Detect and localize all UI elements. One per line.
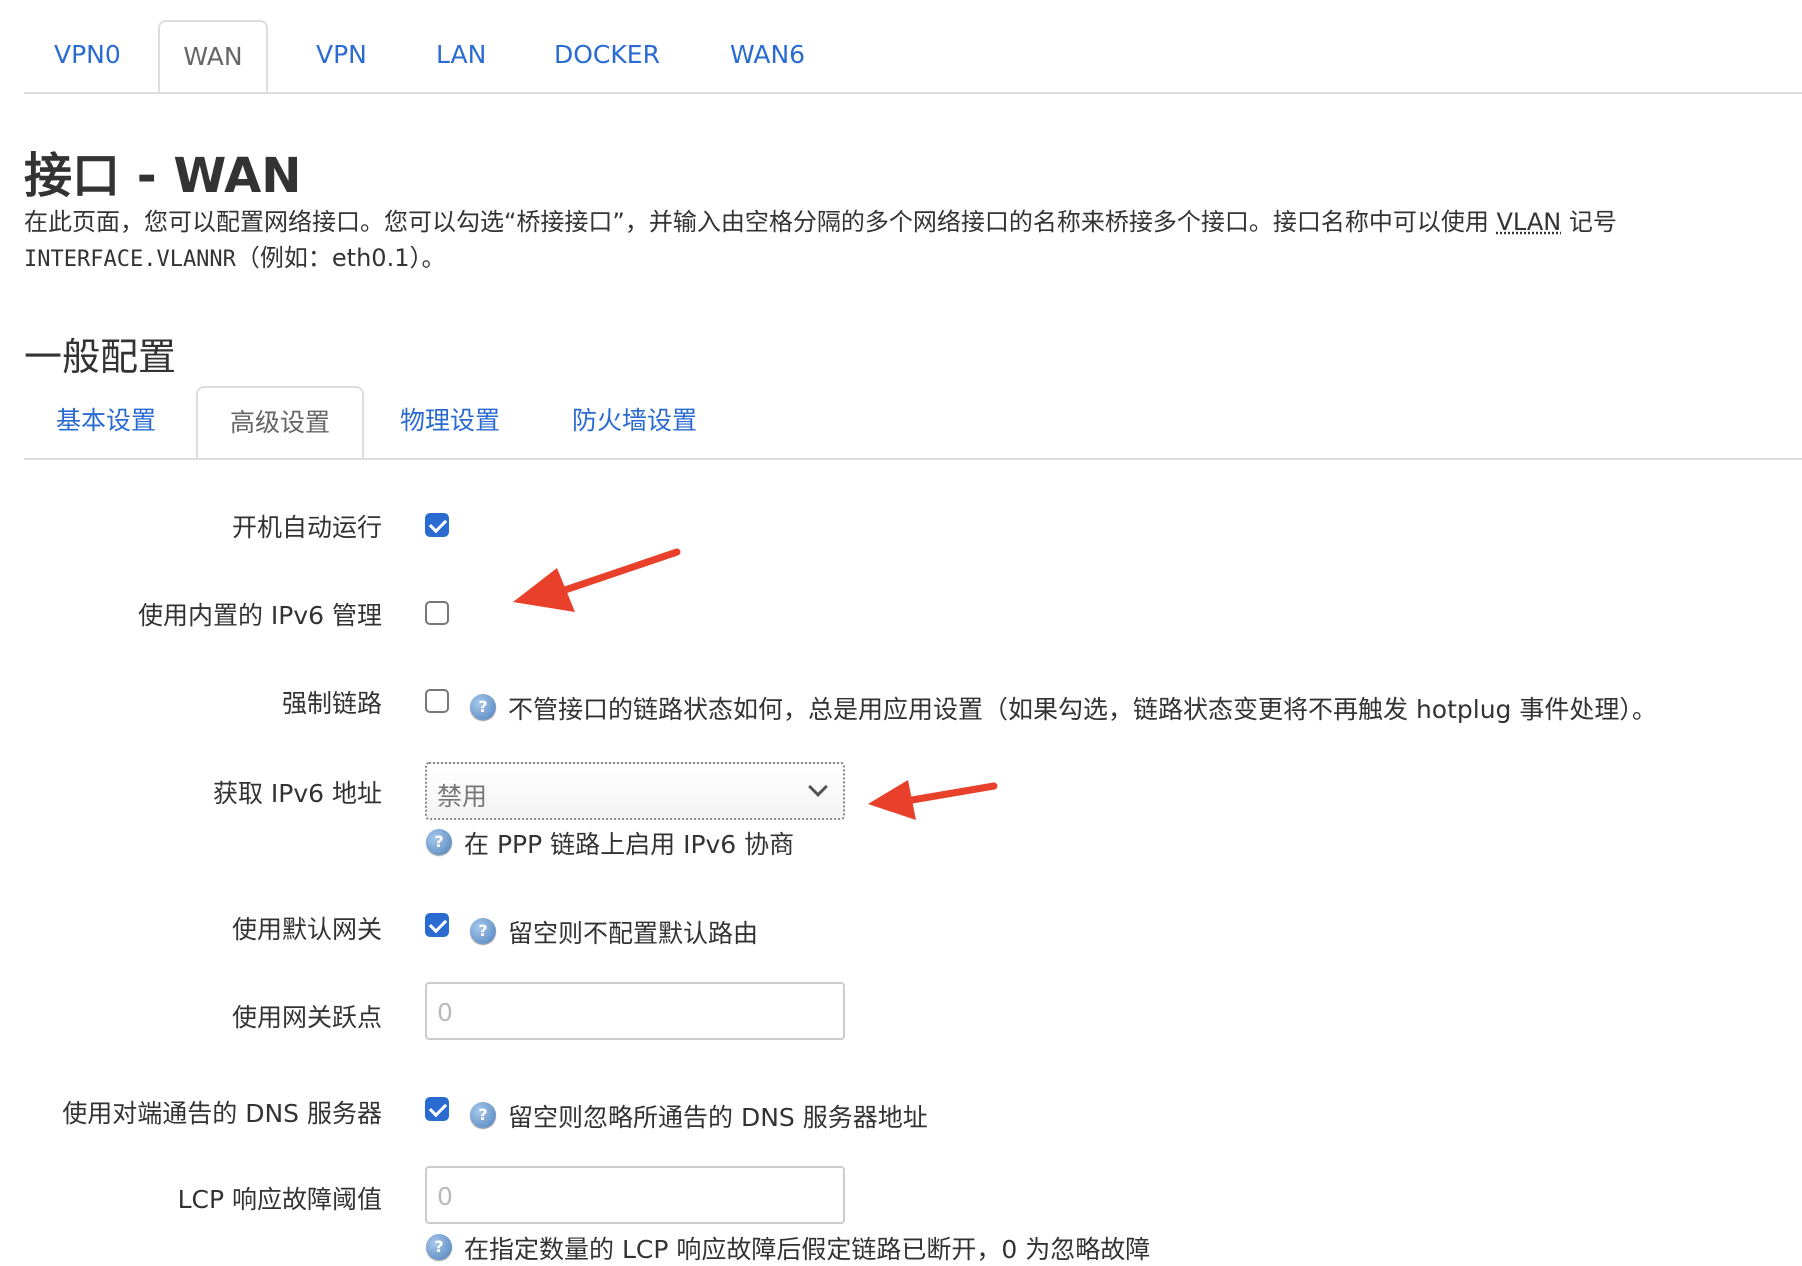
tab-physical-settings[interactable]: 物理设置 (400, 386, 500, 456)
annotation-arrow-icon (868, 780, 998, 820)
help-icon: ? (426, 829, 452, 855)
tab-docker[interactable]: DOCKER (554, 20, 660, 90)
lcp-threshold-placeholder: 0 (437, 1182, 453, 1211)
default-gateway-label: 使用默认网关 (231, 915, 382, 944)
vlan-abbr: VLAN (1496, 208, 1562, 236)
help-icon: ? (470, 694, 496, 720)
gateway-metric-input[interactable]: 0 (425, 982, 845, 1040)
force-link-help: 不管接口的链路状态如何，总是用应用设置（如果勾选，链路状态变更将不再触发 hot… (508, 695, 1657, 724)
lcp-threshold-label: LCP 响应故障阈值 (177, 1185, 382, 1214)
tab-firewall-settings[interactable]: 防火墙设置 (572, 386, 697, 456)
top-tab-bar: VPN0 WAN VPN LAN DOCKER WAN6 (24, 20, 1802, 94)
default-gateway-help: 留空则不配置默认路由 (508, 919, 759, 948)
chevron-down-icon (808, 777, 828, 797)
gateway-metric-label: 使用网关跃点 (231, 1003, 382, 1032)
peer-dns-label: 使用对端通告的 DNS 服务器 (62, 1099, 382, 1128)
help-icon: ? (470, 918, 496, 944)
tab-basic-settings[interactable]: 基本设置 (56, 386, 156, 456)
tab-wan6[interactable]: WAN6 (730, 20, 805, 90)
help-icon: ? (470, 1102, 496, 1128)
page-title: 接口 - WAN (24, 148, 302, 204)
ipv6-address-select[interactable]: 禁用 (425, 762, 845, 820)
lcp-threshold-input[interactable]: 0 (425, 1166, 845, 1224)
tab-advanced-settings[interactable]: 高级设置 (196, 386, 364, 458)
ipv6-address-selected: 禁用 (437, 782, 488, 811)
ipv6-address-help: 在 PPP 链路上启用 IPv6 协商 (464, 830, 795, 859)
page-description: 在此页面，您可以配置网络接口。您可以勾选“桥接接口”，并输入由空格分隔的多个网络… (24, 208, 1617, 272)
gateway-metric-placeholder: 0 (437, 998, 453, 1027)
annotation-arrow-icon (513, 548, 681, 612)
peer-dns-checkbox[interactable] (425, 1097, 449, 1121)
help-icon: ? (426, 1234, 452, 1260)
default-gateway-checkbox[interactable] (425, 913, 449, 937)
lcp-threshold-help: 在指定数量的 LCP 响应故障后假定链路已断开，0 为忽略故障 (464, 1235, 1151, 1264)
tab-wan[interactable]: WAN (158, 20, 268, 92)
interface-code: INTERFACE.VLANNR (24, 247, 236, 272)
tab-vpn0[interactable]: VPN0 (54, 20, 121, 90)
sub-tab-bar: 基本设置 高级设置 物理设置 防火墙设置 (24, 386, 1802, 460)
peer-dns-help: 留空则忽略所通告的 DNS 服务器地址 (508, 1103, 928, 1132)
ipv6-address-label: 获取 IPv6 地址 (212, 779, 382, 808)
autostart-label: 开机自动运行 (231, 513, 382, 542)
builtin-ipv6-checkbox[interactable] (425, 601, 449, 625)
builtin-ipv6-label: 使用内置的 IPv6 管理 (137, 601, 382, 630)
force-link-checkbox[interactable] (425, 689, 449, 713)
tab-vpn[interactable]: VPN (316, 20, 367, 90)
section-title: 一般配置 (24, 335, 177, 379)
force-link-label: 强制链路 (281, 689, 382, 718)
autostart-checkbox[interactable] (425, 513, 449, 537)
tab-lan[interactable]: LAN (436, 20, 486, 90)
